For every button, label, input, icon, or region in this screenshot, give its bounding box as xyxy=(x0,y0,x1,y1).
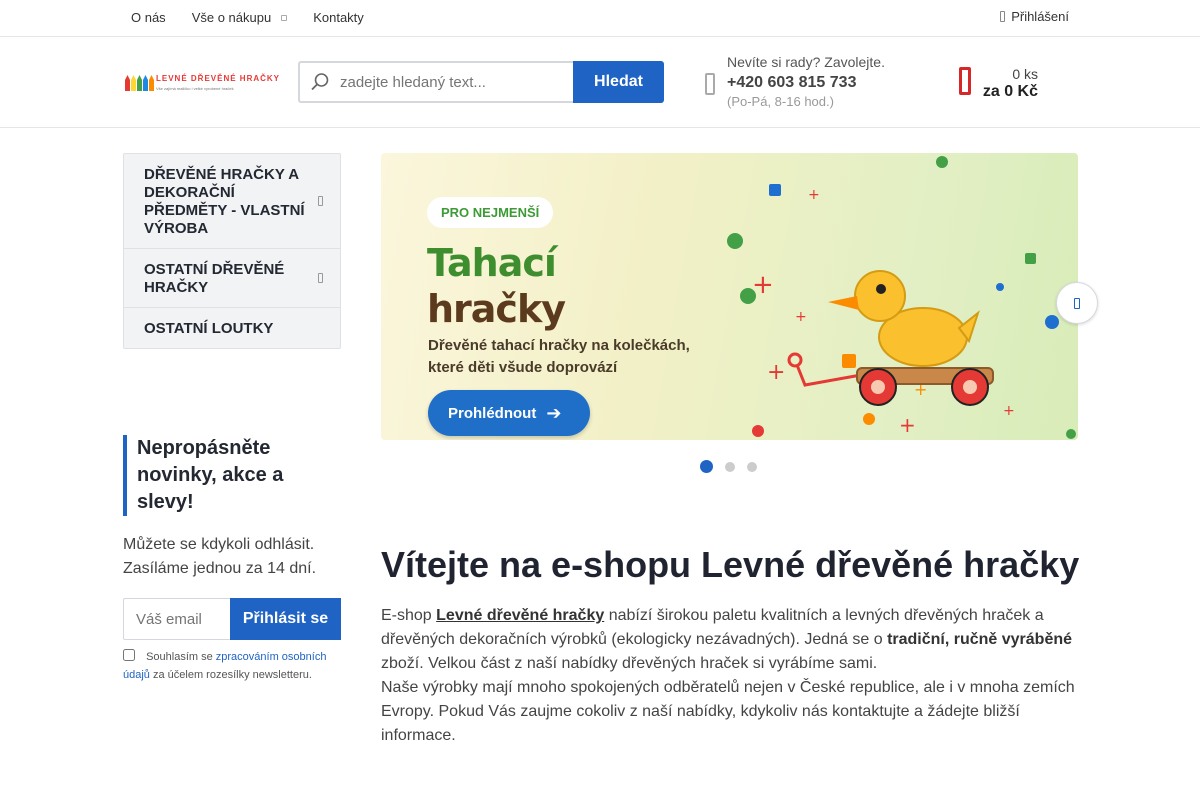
carousel-dot-2[interactable] xyxy=(725,461,735,472)
logo-tagline: Vše zajímá maličko i velké vyrobené hrač… xyxy=(156,86,234,91)
logo-text: LEVNÉ DŘEVĚNÉ HRAČKY xyxy=(156,74,281,83)
top-bar: O nás Vše o nákupu Kontakty Přihlášení xyxy=(0,0,1200,37)
site-logo[interactable]: LEVNÉ DŘEVĚNÉ HRAČKY Vše zajímá maličko … xyxy=(124,73,280,93)
svg-text:+: + xyxy=(752,270,774,300)
arrow-right-icon: ➔ xyxy=(546,402,562,423)
search-input[interactable] xyxy=(340,73,560,91)
welcome-p-end: zboží. Velkou část z naší nabídky dřevěn… xyxy=(381,655,878,672)
banner-cta-button[interactable]: Prohlédnout ➔ xyxy=(428,390,590,436)
welcome-p-bold: tradiční, ručně vyráběné xyxy=(887,631,1073,648)
search-icon xyxy=(311,73,329,91)
svg-text:+: + xyxy=(795,309,807,325)
banner-title-line1: Tahací xyxy=(427,241,557,285)
svg-text:+: + xyxy=(899,413,916,437)
category-item-puppets[interactable]: OSTATNÍ LOUTKY xyxy=(124,308,340,348)
pencils-logo-icon xyxy=(125,75,154,91)
banner-cta-label: Prohlédnout xyxy=(448,404,537,422)
nav-contacts[interactable]: Kontakty xyxy=(313,10,364,25)
category-item-own-production[interactable]: DŘEVĚNÉ HRAČKY A DEKORAČNÍ PŘEDMĚTY - VL… xyxy=(124,154,340,249)
category-label: OSTATNÍ DŘEVĚNÉ HRAČKY xyxy=(144,261,285,296)
svg-text:+: + xyxy=(808,187,820,203)
login-label: Přihlášení xyxy=(1011,9,1069,24)
phone-icon xyxy=(705,73,715,95)
nav-about[interactable]: O nás xyxy=(131,10,166,25)
welcome-brand-link[interactable]: Levné dřevěné hračky xyxy=(436,607,604,624)
newsletter-submit-button[interactable]: Přihlásit se xyxy=(230,598,341,640)
svg-text:+: + xyxy=(1003,403,1015,419)
cart-total[interactable]: za 0 Kč xyxy=(960,83,1038,101)
hero-banner[interactable]: PRO NEJMENŠÍ Tahací hračky Dřevěné tahac… xyxy=(381,153,1078,440)
carousel-dot-3[interactable] xyxy=(747,461,757,472)
consent-prefix: Souhlasím se xyxy=(146,651,213,663)
contact-phone[interactable]: +420 603 815 733 xyxy=(727,74,885,92)
newsletter-consent: Souhlasím se zpracováním osobních údajů … xyxy=(123,648,341,684)
nav-shopping-info[interactable]: Vše o nákupu xyxy=(192,10,288,25)
banner-pill: PRO NEJMENŠÍ xyxy=(427,197,554,228)
user-icon xyxy=(1000,11,1006,22)
chevron-right-icon xyxy=(318,196,323,206)
category-label: OSTATNÍ LOUTKY xyxy=(144,320,274,337)
category-nav: DŘEVĚNÉ HRAČKY A DEKORAČNÍ PŘEDMĚTY - VL… xyxy=(123,153,341,349)
contact-question: Nevíte si rady? Zavolejte. xyxy=(727,54,885,70)
duck-pull-toy-illustration: + + + + + + + xyxy=(727,156,1076,439)
welcome-p-start: E-shop xyxy=(381,607,432,624)
carousel-dot-1[interactable] xyxy=(700,460,713,473)
search-button[interactable]: Hledat xyxy=(573,61,664,103)
contact-hours: (Po-Pá, 8-16 hod.) xyxy=(727,94,834,109)
newsletter-section: Nepropásněte novinky, akce a slevy! Může… xyxy=(123,435,341,684)
welcome-heading: Vítejte na e-shopu Levné dřevěné hračky xyxy=(381,544,1080,585)
carousel-dots xyxy=(700,460,757,473)
contact-info: Nevíte si rady? Zavolejte. +420 603 815 … xyxy=(727,54,885,109)
newsletter-email-input[interactable] xyxy=(123,598,230,640)
search-form: Hledat xyxy=(298,61,664,103)
welcome-section: Vítejte na e-shopu Levné dřevěné hračky … xyxy=(381,540,1081,748)
chevron-right-icon xyxy=(1074,297,1080,309)
consent-suffix: za účelem rozesílky newsletteru. xyxy=(152,669,312,681)
welcome-paragraph: E-shop Levné dřevěné hračky nabízí širok… xyxy=(381,604,1081,748)
welcome-p2: Naše výrobky mají mnoho spokojených odbě… xyxy=(381,679,1075,744)
login-link[interactable]: Přihlášení xyxy=(1000,9,1069,24)
nav-shopping-info-label: Vše o nákupu xyxy=(191,10,272,25)
carousel-next-button[interactable] xyxy=(1056,282,1098,324)
newsletter-text: Můžete se kdykoli odhlásit. Zasíláme jed… xyxy=(123,536,317,577)
newsletter-title: Nepropásněte novinky, akce a slevy! xyxy=(123,435,341,516)
category-item-other-toys[interactable]: OSTATNÍ DŘEVĚNÉ HRAČKY xyxy=(124,249,340,308)
cart-count[interactable]: 0 ks xyxy=(960,66,1038,82)
category-label: DŘEVĚNÉ HRAČKY A DEKORAČNÍ PŘEDMĚTY - VL… xyxy=(144,166,305,237)
site-header: LEVNÉ DŘEVĚNÉ HRAČKY Vše zajímá maličko … xyxy=(0,37,1200,128)
consent-checkbox[interactable] xyxy=(123,649,135,661)
newsletter-form: Přihlásit se xyxy=(123,598,341,640)
top-nav: O nás Vše o nákupu Kontakty xyxy=(131,10,364,25)
svg-text:+: + xyxy=(767,360,785,385)
banner-title-line2: hračky xyxy=(427,287,566,331)
chevron-right-icon xyxy=(318,273,323,283)
chevron-down-icon xyxy=(281,14,288,21)
search-box xyxy=(298,61,573,103)
banner-subtitle: Dřevěné tahací hračky na kolečkách, kter… xyxy=(428,337,690,376)
